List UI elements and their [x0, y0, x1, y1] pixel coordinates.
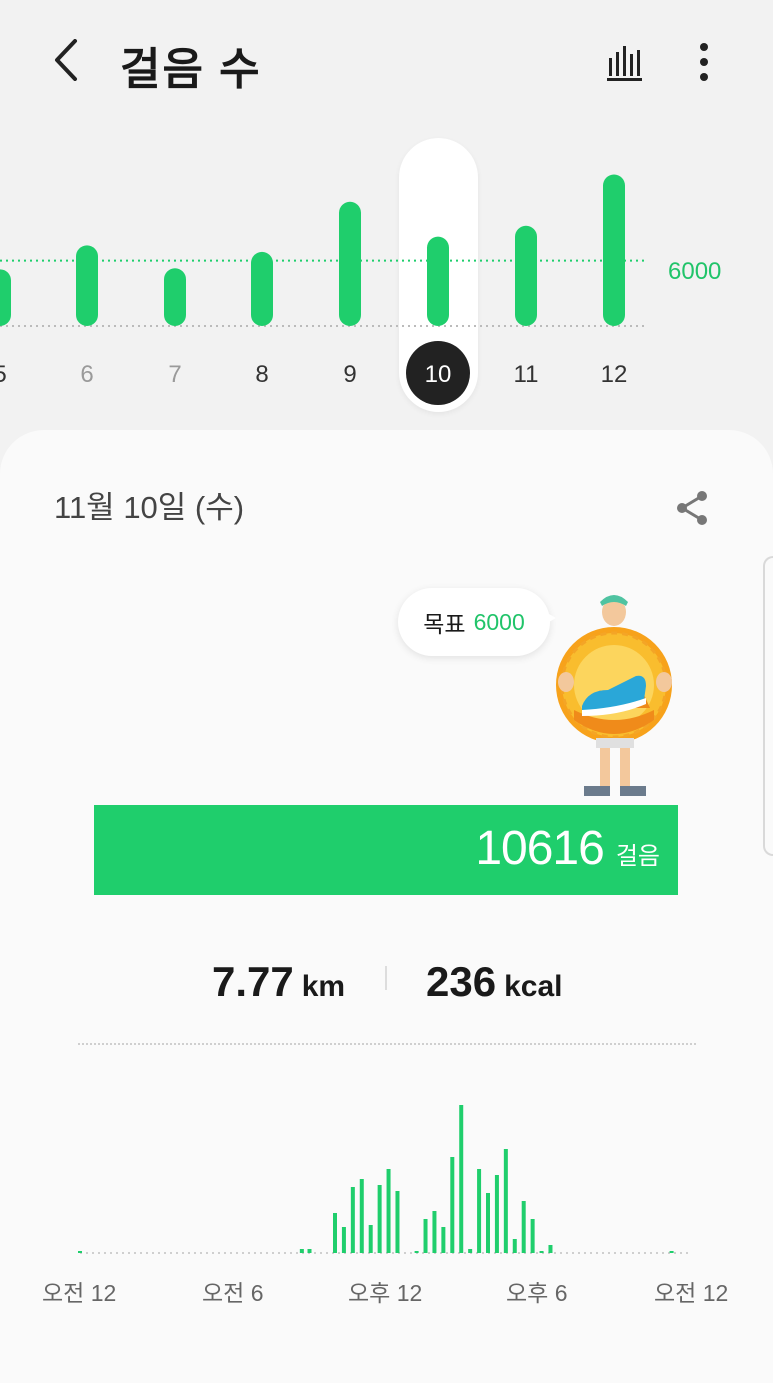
- day-label[interactable]: 5: [0, 361, 7, 388]
- goal-bubble: 목표 6000: [398, 588, 550, 656]
- day-bar[interactable]: [76, 245, 98, 326]
- metrics-row: 7.77 km 236 kcal: [0, 950, 773, 1010]
- more-options-button[interactable]: [682, 38, 726, 86]
- daily-summary-card: 11월 10일 (수) 목표 6000 10616 걸음 7.77 km 236…: [0, 430, 773, 1383]
- hour-bar: [350, 1187, 355, 1253]
- hourly-steps-chart: [78, 1105, 692, 1254]
- hour-bar: [669, 1251, 674, 1253]
- goal-label: 목표: [423, 611, 466, 637]
- section-divider: [78, 1043, 696, 1045]
- hour-bar: [299, 1249, 304, 1253]
- steps-progress-bar: 10616 걸음: [94, 805, 678, 895]
- goal-value: 6000: [473, 608, 525, 635]
- hour-bar: [521, 1201, 526, 1253]
- weekly-steps-chart[interactable]: 5 6 7 8 9 10 11 12 6000: [0, 130, 773, 420]
- hour-bar: [359, 1179, 364, 1253]
- day-bar[interactable]: [164, 268, 186, 326]
- x-label: 오전 6: [202, 1280, 264, 1306]
- x-label: 오전 12: [42, 1280, 117, 1306]
- edge-panel-handle[interactable]: [763, 556, 773, 856]
- hour-bar: [477, 1169, 482, 1253]
- top-app-bar: 걸음 수: [0, 0, 773, 120]
- hour-bar: [432, 1211, 437, 1253]
- share-icon: [677, 491, 707, 525]
- hour-bar: [307, 1249, 312, 1253]
- more-vertical-icon: [700, 43, 708, 81]
- hour-bar: [377, 1185, 382, 1253]
- hour-bar: [512, 1239, 517, 1253]
- calories-value: 236: [426, 958, 497, 1005]
- day-bar[interactable]: [427, 236, 449, 326]
- back-button[interactable]: [42, 36, 90, 84]
- calories-metric: 236 kcal: [426, 958, 562, 1006]
- hour-bar: [423, 1219, 428, 1253]
- hour-bar: [450, 1157, 455, 1253]
- day-label[interactable]: 7: [168, 361, 181, 388]
- day-label[interactable]: 8: [255, 361, 268, 388]
- date-label: 11월 10일 (수): [54, 490, 245, 525]
- distance-unit: km: [301, 970, 346, 1003]
- day-bar[interactable]: [251, 251, 273, 326]
- distance-value: 7.77: [212, 958, 294, 1005]
- day-bar[interactable]: [603, 174, 625, 326]
- share-button[interactable]: [672, 488, 712, 528]
- hour-bar: [78, 1251, 82, 1253]
- hour-bar: [395, 1191, 400, 1253]
- day-label[interactable]: 9: [343, 361, 356, 388]
- day-bar[interactable]: [0, 269, 11, 326]
- hour-bar: [530, 1219, 535, 1253]
- hour-bar: [548, 1245, 553, 1253]
- distance-metric: 7.77 km: [212, 958, 345, 1006]
- day-label[interactable]: 6: [80, 361, 93, 388]
- day-label[interactable]: 11: [514, 361, 539, 388]
- goal-line-label: 6000: [668, 258, 722, 285]
- hour-bar: [386, 1169, 391, 1253]
- mascot-badge-illustration: [556, 595, 672, 796]
- hour-bar: [459, 1105, 464, 1253]
- metric-divider: [385, 966, 387, 990]
- steps-count: 10616: [475, 822, 604, 875]
- day-label[interactable]: 10: [425, 361, 452, 388]
- bar-chart-icon: [607, 46, 642, 81]
- day-bar[interactable]: [339, 201, 361, 326]
- hour-bar: [414, 1251, 419, 1253]
- x-label: 오후 6: [506, 1280, 568, 1306]
- weekly-bars: 5 6 7 8 9 10 11 12: [0, 174, 645, 405]
- day-label[interactable]: 12: [601, 361, 628, 388]
- page-title: 걸음 수: [120, 45, 262, 94]
- x-label: 오전 12: [654, 1280, 729, 1306]
- hour-bar: [333, 1213, 337, 1253]
- x-label: 오후 12: [348, 1280, 423, 1306]
- hour-bar: [341, 1227, 346, 1253]
- hour-bar: [539, 1251, 544, 1253]
- hour-bar: [468, 1249, 473, 1253]
- stats-button[interactable]: [600, 38, 648, 86]
- day-bar[interactable]: [515, 225, 537, 326]
- hour-bar: [368, 1225, 373, 1253]
- hour-bar: [441, 1227, 446, 1253]
- hour-bar: [494, 1175, 499, 1253]
- calories-unit: kcal: [504, 970, 563, 1003]
- hour-bar: [503, 1149, 508, 1253]
- steps-readout: 10616 걸음: [475, 821, 660, 876]
- hour-bar: [486, 1193, 490, 1253]
- steps-unit: 걸음: [615, 843, 660, 870]
- chevron-left-icon: [55, 39, 77, 81]
